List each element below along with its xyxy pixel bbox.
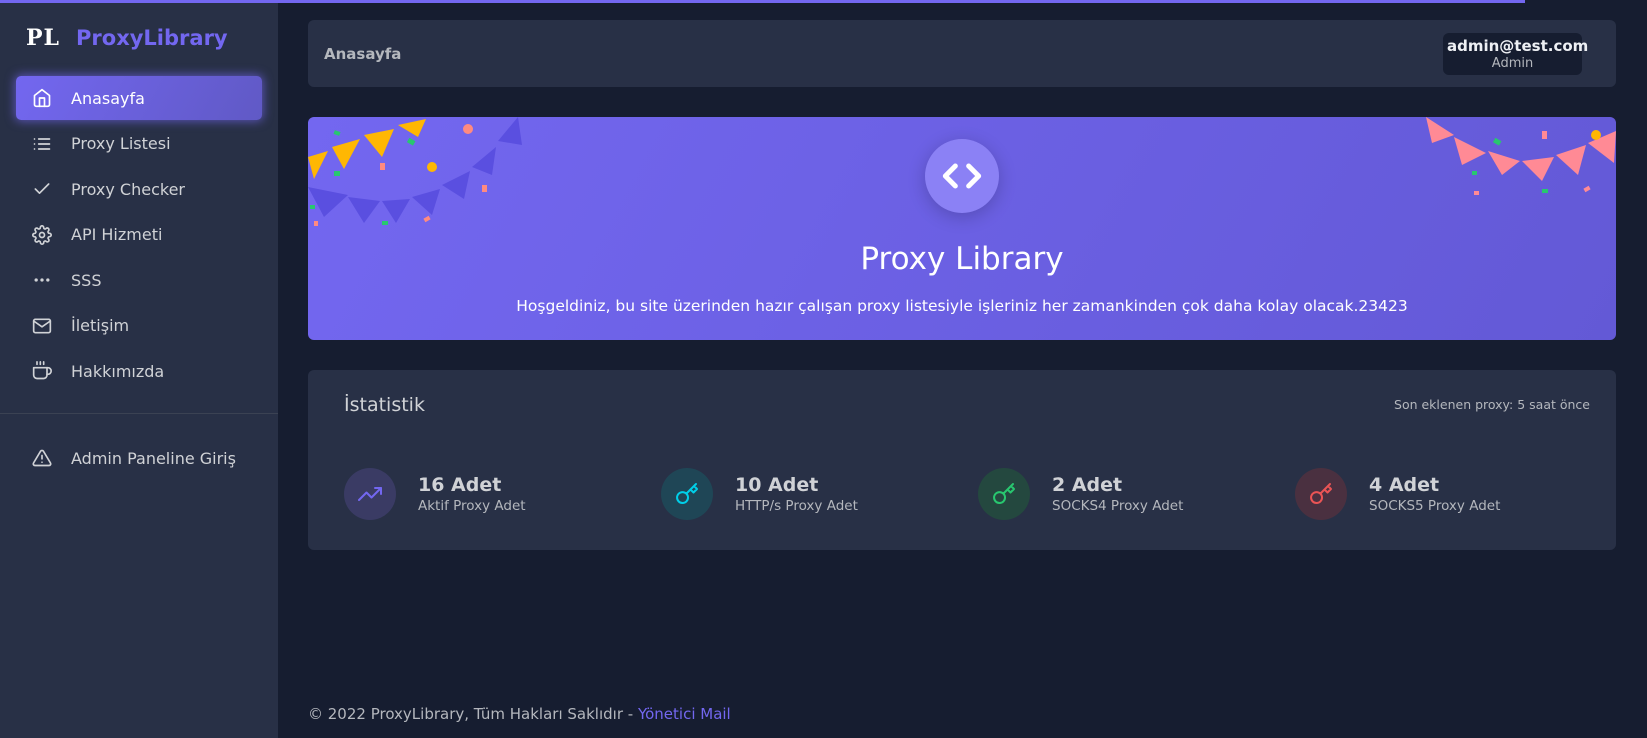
key-icon [978,468,1030,520]
sidebar-admin-menu: Admin Paneline Giriş [0,436,278,480]
more-horizontal-icon [31,269,53,291]
sidebar-menu: Anasayfa Proxy Listesi Proxy Checker API… [0,76,278,393]
user-email: admin@test.com [1447,36,1589,55]
sidebar-item-label: Admin Paneline Giriş [71,448,236,468]
sidebar-item-label: Hakkımızda [71,361,165,381]
coffee-icon [31,360,53,382]
sidebar-item-label: Anasayfa [71,88,145,108]
stat-label: HTTP/s Proxy Adet [735,498,858,514]
stat-value: 16 Adet [418,474,502,496]
welcome-banner: Proxy Library Hoşgeldiniz, bu site üzeri… [308,117,1616,340]
confetti-decoration-left [308,117,522,226]
stat-value: 10 Adet [735,474,819,496]
top-progress-bar [0,0,1525,3]
sidebar-item-proxy-checker[interactable]: Proxy Checker [16,167,262,211]
key-icon [1295,468,1347,520]
sidebar-item-label: İletişim [71,316,130,335]
stat-active-proxies: 16 Adet Aktif Proxy Adet [344,468,526,520]
mail-icon [31,315,53,337]
confetti-decoration-right [1426,117,1616,195]
code-icon [925,139,999,213]
stat-value: 4 Adet [1369,474,1440,496]
statistics-title: İstatistik [344,394,425,416]
trending-up-icon [344,468,396,520]
stat-value: 2 Adet [1052,474,1123,496]
check-icon [31,178,53,200]
sidebar-item-label: Proxy Checker [71,179,185,199]
user-menu[interactable]: admin@test.com Admin [1443,32,1589,75]
stat-label: SOCKS5 Proxy Adet [1369,498,1501,514]
stat-socks5-proxies: 4 Adet SOCKS5 Proxy Adet [1295,468,1500,520]
footer-copyright: © 2022 ProxyLibrary, Tüm Hakları Saklıdı… [308,705,638,723]
statistics-card: İstatistik Son eklenen proxy: 5 saat önc… [308,370,1616,550]
stat-socks4-proxies: 2 Adet SOCKS4 Proxy Adet [978,468,1183,520]
banner-text: Hoşgeldiniz, bu site üzerinden hazır çal… [516,297,1408,315]
sidebar-item-label: Proxy Listesi [71,134,171,153]
key-icon [661,468,713,520]
breadcrumb[interactable]: Anasayfa [324,45,401,63]
user-role: Admin [1491,55,1534,71]
home-icon [31,87,53,109]
sidebar-item-label: API Hizmeti [71,225,163,244]
sidebar-item-anasayfa[interactable]: Anasayfa [16,76,262,120]
list-icon [31,133,53,155]
sidebar-item-iletisim[interactable]: İletişim [16,304,262,348]
sidebar: PL ProxyLibrary Anasayfa Proxy Listesi P… [0,0,278,738]
sidebar-item-sss[interactable]: SSS [16,258,262,302]
brand[interactable]: PL ProxyLibrary [0,0,278,76]
admin-mail-link[interactable]: Yönetici Mail [638,705,731,723]
sidebar-item-proxy-listesi[interactable]: Proxy Listesi [16,122,262,166]
sidebar-item-label: SSS [71,270,102,290]
sidebar-divider [0,413,278,414]
stat-http-proxies: 10 Adet HTTP/s Proxy Adet [661,468,858,520]
stat-label: SOCKS4 Proxy Adet [1052,498,1184,514]
top-navbar: Anasayfa admin@test.com Admin [308,20,1616,87]
footer: © 2022 ProxyLibrary, Tüm Hakları Saklıdı… [308,705,731,723]
last-added-info: Son eklenen proxy: 5 saat önce [1394,397,1590,412]
sidebar-item-api-hizmeti[interactable]: API Hizmeti [16,213,262,257]
stat-label: Aktif Proxy Adet [418,498,526,514]
gear-icon [31,224,53,246]
banner-title: Proxy Library [860,241,1064,277]
sidebar-item-admin-panel[interactable]: Admin Paneline Giriş [16,436,262,480]
brand-name: ProxyLibrary [76,26,228,50]
alert-triangle-icon [31,447,53,469]
brand-logo: PL [26,25,61,51]
sidebar-item-hakkimizda[interactable]: Hakkımızda [16,349,262,393]
